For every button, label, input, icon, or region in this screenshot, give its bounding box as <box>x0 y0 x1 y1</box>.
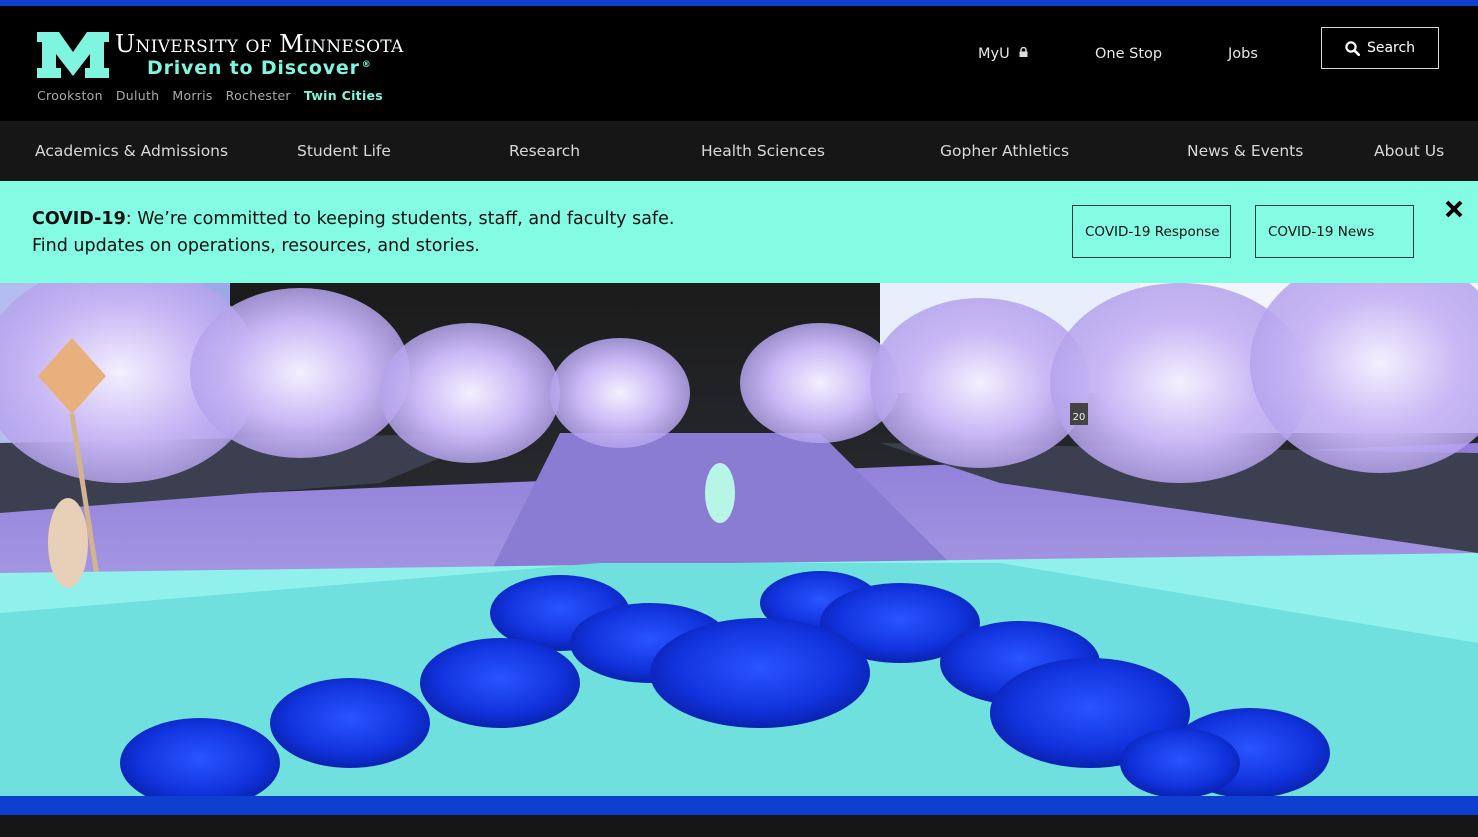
alert-message: COVID-19: We’re committed to keeping stu… <box>32 206 674 260</box>
nav-academics-admissions[interactable]: Academics & Admissions <box>35 142 228 160</box>
search-label: Search <box>1366 40 1416 56</box>
nav-health-sciences[interactable]: Health Sciences <box>701 142 825 160</box>
wordmark-part: INNESOTA <box>304 37 404 57</box>
myu-label: MyU <box>978 46 1010 62</box>
nav-about-us[interactable]: About Us <box>1374 142 1444 160</box>
nav-research[interactable]: Research <box>509 142 580 160</box>
registered-mark: ® <box>361 60 372 70</box>
footer-bar <box>0 815 1478 837</box>
alert-line-1: : We’re committed to keeping students, s… <box>125 209 675 229</box>
campus-link[interactable]: Morris <box>172 88 212 103</box>
wordmark-part: OF <box>245 37 272 57</box>
search-icon <box>1345 40 1360 56</box>
campus-links: Crookston Duluth Morris Rochester Twin C… <box>37 88 383 103</box>
campus-link[interactable]: Duluth <box>116 88 160 103</box>
tagline: Driven to Discover ® <box>147 57 372 79</box>
lock-icon <box>1019 47 1028 57</box>
alert-line-2: Find updates on operations, resources, a… <box>32 236 480 256</box>
main-nav: Academics & Admissions Student Life Rese… <box>0 121 1478 181</box>
wordmark-part: U <box>115 30 136 58</box>
bottom-accent-stripe <box>0 796 1478 815</box>
jobs-link[interactable]: Jobs <box>1228 46 1258 62</box>
search-button[interactable]: Search <box>1321 27 1439 69</box>
hero-image: 20 <box>0 283 1478 796</box>
wordmark-part: M <box>279 30 305 58</box>
campus-link[interactable]: Crookston <box>37 88 103 103</box>
university-wordmark[interactable]: UNIVERSITY OF MINNESOTA <box>115 30 404 58</box>
site-header: UNIVERSITY OF MINNESOTA Driven to Discov… <box>0 6 1478 121</box>
nav-gopher-athletics[interactable]: Gopher Athletics <box>940 142 1069 160</box>
covid-news-button[interactable]: COVID-19 News <box>1255 205 1414 258</box>
campus-link-current[interactable]: Twin Cities <box>304 88 383 103</box>
campus-link[interactable]: Rochester <box>226 88 291 103</box>
covid-alert-banner: COVID-19: We’re committed to keeping stu… <box>0 181 1478 283</box>
alert-heading: COVID-19 <box>32 209 126 229</box>
nav-news-events[interactable]: News & Events <box>1187 142 1303 160</box>
one-stop-link[interactable]: One Stop <box>1095 46 1162 62</box>
campus-mall-photo: 20 <box>0 283 1478 796</box>
speed-sign-text: 20 <box>1073 412 1086 423</box>
wordmark-part: NIVERSITY <box>135 37 239 57</box>
covid-response-button[interactable]: COVID-19 Response <box>1072 205 1231 258</box>
myu-link[interactable]: MyU <box>978 46 1028 62</box>
nav-student-life[interactable]: Student Life <box>297 142 391 160</box>
close-icon[interactable] <box>1444 199 1464 219</box>
block-m-logo[interactable] <box>37 32 109 78</box>
tagline-text: Driven to Discover <box>147 57 360 79</box>
